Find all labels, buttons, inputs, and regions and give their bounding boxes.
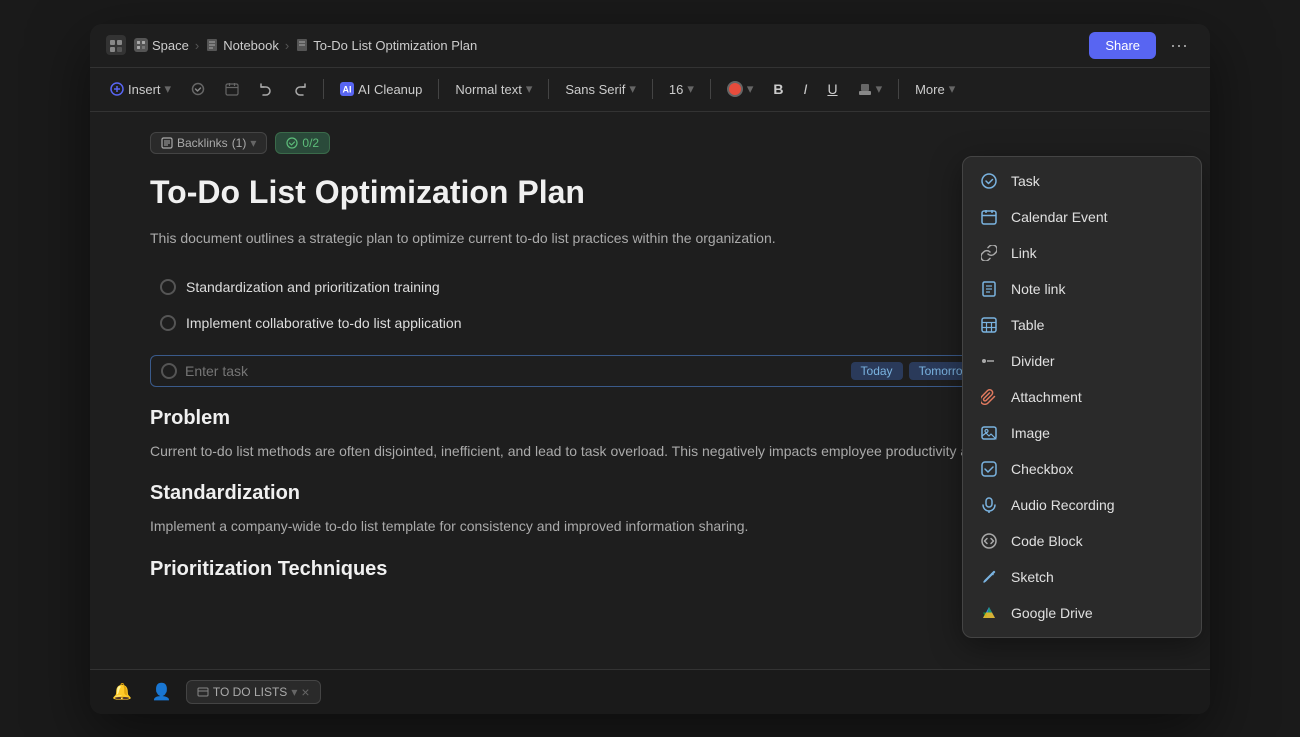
menu-label-sketch: Sketch (1011, 569, 1054, 585)
bottom-tag-label: TO DO LISTS (213, 685, 287, 699)
share-button[interactable]: Share (1089, 32, 1156, 59)
menu-label-table: Table (1011, 317, 1044, 333)
backlinks-count: (1) (232, 136, 247, 150)
menu-item-attachment[interactable]: Attachment (963, 379, 1201, 415)
menu-label-link: Link (1011, 245, 1037, 261)
font-family-button[interactable]: Sans Serif ▾ (557, 77, 644, 101)
attachment-icon (979, 387, 999, 407)
menu-item-audio-recording[interactable]: Audio Recording (963, 487, 1201, 523)
bottom-bar: 🔔 👤 TO DO LISTS ▾ × (90, 669, 1210, 714)
backlinks-label: Backlinks (177, 136, 228, 150)
add-collaborator-button[interactable]: 👤 (146, 678, 178, 706)
checkbox-icon (979, 459, 999, 479)
breadcrumb-sep-2: › (285, 38, 289, 53)
notification-bell-button[interactable]: 🔔 (106, 678, 138, 706)
menu-item-calendar-event[interactable]: Calendar Event (963, 199, 1201, 235)
menu-item-divider[interactable]: Divider (963, 343, 1201, 379)
menu-label-attachment: Attachment (1011, 389, 1082, 405)
color-picker-button[interactable]: ▾ (719, 77, 762, 101)
task-icon (979, 171, 999, 191)
breadcrumb-notebook[interactable]: Notebook (205, 38, 279, 53)
audio-recording-icon (979, 495, 999, 515)
underline-button[interactable]: U (819, 77, 845, 101)
note-link-icon (979, 279, 999, 299)
menu-label-divider: Divider (1011, 353, 1055, 369)
bold-button[interactable]: B (765, 77, 791, 101)
bottom-tag[interactable]: TO DO LISTS ▾ × (186, 680, 321, 704)
today-chip[interactable]: Today (851, 362, 903, 380)
task-checkbox-2[interactable] (160, 315, 176, 331)
calendar-button[interactable] (217, 78, 247, 100)
menu-item-sketch[interactable]: Sketch (963, 559, 1201, 595)
app-icon (106, 35, 126, 55)
link-icon (979, 243, 999, 263)
menu-label-image: Image (1011, 425, 1050, 441)
text-style-button[interactable]: Normal text ▾ (447, 77, 540, 101)
undo-button[interactable] (251, 78, 281, 100)
toolbar-separator-4 (652, 79, 653, 99)
menu-item-table[interactable]: Table (963, 307, 1201, 343)
divider-icon (979, 351, 999, 371)
toolbar-separator-3 (548, 79, 549, 99)
google-drive-icon (979, 603, 999, 623)
ai-cleanup-button[interactable]: AI AI Cleanup (332, 78, 430, 101)
highlight-button[interactable]: ▾ (850, 77, 891, 101)
color-swatch (727, 81, 743, 97)
font-size-button[interactable]: 16 ▾ (661, 77, 702, 101)
toolbar: Insert ▾ AI AI Cleanup Normal text ▾ San… (90, 68, 1210, 112)
backlinks-bar: Backlinks (1) ▾ 0/2 (150, 132, 1150, 154)
breadcrumb-space[interactable]: Space (134, 38, 189, 53)
tasks-count: 0/2 (302, 136, 319, 150)
title-bar-actions: Share ··· (1089, 31, 1194, 60)
more-button[interactable]: ··· (1164, 31, 1194, 60)
menu-label-note-link: Note link (1011, 281, 1065, 297)
breadcrumb-doc[interactable]: To-Do List Optimization Plan (295, 38, 477, 53)
tag-icon (197, 686, 209, 698)
task-input[interactable] (185, 363, 843, 379)
toolbar-separator-2 (438, 79, 439, 99)
title-bar: Space › Notebook › To-Do List Optimizati… (90, 24, 1210, 68)
more-formatting-button[interactable]: More ▾ (907, 77, 963, 101)
menu-item-link[interactable]: Link (963, 235, 1201, 271)
menu-label-calendar-event: Calendar Event (1011, 209, 1108, 225)
menu-label-checkbox: Checkbox (1011, 461, 1073, 477)
svg-text:AI: AI (343, 85, 352, 95)
menu-item-image[interactable]: Image (963, 415, 1201, 451)
menu-item-code-block[interactable]: Code Block (963, 523, 1201, 559)
redo-button[interactable] (285, 78, 315, 100)
insert-button[interactable]: Insert ▾ (102, 77, 179, 101)
image-icon (979, 423, 999, 443)
toolbar-separator-1 (323, 79, 324, 99)
menu-label-audio-recording: Audio Recording (1011, 497, 1115, 513)
menu-label-task: Task (1011, 173, 1040, 189)
menu-item-checkbox[interactable]: Checkbox (963, 451, 1201, 487)
main-content: Backlinks (1) ▾ 0/2 To-Do List Optimizat… (90, 112, 1210, 669)
code-block-icon (979, 531, 999, 551)
menu-item-google-drive[interactable]: Google Drive (963, 595, 1201, 631)
menu-item-note-link[interactable]: Note link (963, 271, 1201, 307)
menu-item-task[interactable]: Task (963, 163, 1201, 199)
menu-label-google-drive: Google Drive (1011, 605, 1093, 621)
tasks-badge[interactable]: 0/2 (275, 132, 330, 154)
task-text-1[interactable]: Standardization and prioritization train… (186, 279, 954, 295)
insert-dropdown-menu: Task Calendar Event Link Note link (962, 156, 1202, 638)
breadcrumb-sep-1: › (195, 38, 199, 53)
calendar-event-icon (979, 207, 999, 227)
breadcrumb: Space › Notebook › To-Do List Optimizati… (134, 38, 477, 53)
task-new-checkbox[interactable] (161, 363, 177, 379)
toolbar-separator-6 (898, 79, 899, 99)
italic-button[interactable]: I (796, 77, 816, 101)
task-status-button[interactable] (183, 78, 213, 100)
menu-label-code-block: Code Block (1011, 533, 1083, 549)
backlinks-badge[interactable]: Backlinks (1) ▾ (150, 132, 267, 154)
app-window: Space › Notebook › To-Do List Optimizati… (90, 24, 1210, 714)
task-checkbox-1[interactable] (160, 279, 176, 295)
remove-tag-button[interactable]: × (301, 684, 309, 700)
sketch-icon (979, 567, 999, 587)
table-icon (979, 315, 999, 335)
toolbar-separator-5 (710, 79, 711, 99)
